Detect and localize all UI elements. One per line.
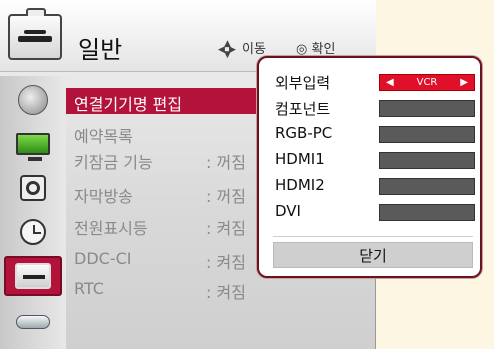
page-title: 일반: [78, 36, 123, 64]
menu-item-label: 연결기기명 편집: [74, 95, 183, 114]
popup-row-external-input[interactable]: 외부입력 ◀ VCR ▶: [275, 72, 475, 94]
divider: [273, 236, 473, 237]
popup-row-label: HDMI1: [275, 150, 325, 168]
move-hint-label: 이동: [242, 42, 266, 57]
device-name-field[interactable]: [379, 204, 475, 221]
popup-row-label: RGB-PC: [275, 124, 333, 142]
sidebar-item-channel[interactable]: [4, 80, 62, 120]
sidebar-item-general[interactable]: [4, 256, 62, 296]
device-name-value: VCR: [416, 77, 438, 88]
briefcase-icon: [15, 263, 51, 289]
move-hint: ▲ ◀ ▶ ▼ 이동: [218, 38, 266, 60]
clock-icon: [20, 219, 46, 245]
speaker-icon: [20, 175, 46, 201]
sidebar: [0, 76, 66, 349]
popup-row-label: 컴포넌트: [275, 100, 331, 118]
menu-item-rtc[interactable]: RTC : 켜짐: [66, 276, 376, 302]
device-name-field[interactable]: [379, 100, 475, 117]
popup-row-rgb-pc[interactable]: RGB-PC: [275, 124, 475, 146]
device-name-field[interactable]: [379, 152, 475, 169]
menu-item-value: : 꺼짐: [206, 187, 246, 206]
popup-row-hdmi1[interactable]: HDMI1: [275, 150, 475, 172]
popup-row-label: DVI: [275, 202, 301, 220]
briefcase-icon: [8, 8, 62, 60]
close-button[interactable]: 닫기: [273, 242, 473, 268]
monitor-icon: [16, 133, 50, 161]
menu-item-value: : 꺼짐: [206, 153, 246, 172]
menu-item-value: : 켜짐: [206, 219, 246, 238]
sidebar-item-time[interactable]: [4, 212, 62, 252]
popup-row-hdmi2[interactable]: HDMI2: [275, 176, 475, 198]
menu-item-value: : 켜짐: [206, 253, 246, 272]
arrow-keys-icon: ▲ ◀ ▶ ▼: [218, 38, 236, 60]
menu-item-label: 예약목록: [74, 127, 133, 146]
menu-item-label: RTC: [74, 279, 104, 298]
plug-icon: [16, 315, 50, 329]
sidebar-item-input[interactable]: [4, 302, 62, 342]
menu-item-value: : 켜짐: [206, 283, 246, 302]
arrow-left-icon[interactable]: ◀: [386, 77, 394, 88]
satellite-icon: [18, 85, 48, 115]
device-name-field[interactable]: [379, 126, 475, 143]
menu-item-label: 전원표시등: [74, 219, 148, 238]
ok-hint-label: 확인: [311, 42, 336, 57]
screen: 일반 ▲ ◀ ▶ ▼ 이동 ◎ 확인 연결기기명 편집 예약목록 키잠금 기능 …: [0, 0, 494, 349]
arrow-right-icon[interactable]: ▶: [460, 77, 468, 88]
menu-item-label: 키잠금 기능: [74, 153, 153, 172]
menu-item-label: 자막방송: [74, 187, 133, 206]
menu-item-label: DDC-CI: [74, 249, 132, 268]
popup-row-component[interactable]: 컴포넌트: [275, 98, 475, 120]
ok-hint: ◎ 확인: [296, 38, 335, 57]
device-name-selector[interactable]: ◀ VCR ▶: [379, 74, 475, 91]
device-name-field[interactable]: [379, 178, 475, 195]
popup-row-dvi[interactable]: DVI: [275, 202, 475, 224]
edit-device-name-popup: 외부입력 ◀ VCR ▶ 컴포넌트 RGB-PC HDMI1 HDMI2 DVI: [257, 56, 482, 278]
sidebar-item-audio[interactable]: [4, 168, 62, 208]
popup-row-label: 외부입력: [275, 74, 331, 92]
ok-icon: ◎: [296, 42, 308, 57]
sidebar-item-picture[interactable]: [4, 124, 62, 164]
popup-row-label: HDMI2: [275, 176, 325, 194]
